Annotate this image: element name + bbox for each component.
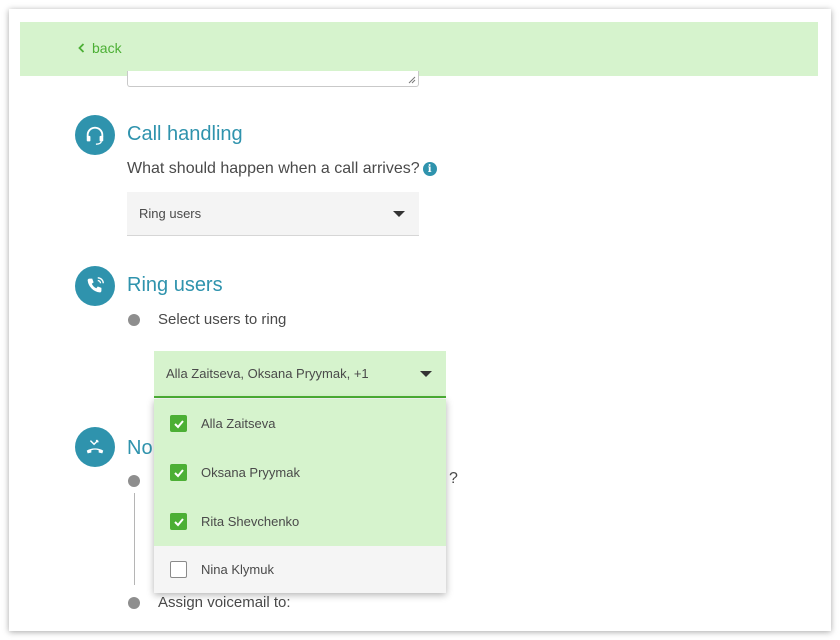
description-textarea[interactable] [127, 71, 419, 87]
checkmark-icon [173, 419, 184, 428]
user-option-label: Oksana Pryymak [201, 465, 300, 480]
users-dropdown-menu: Alla Zaitseva Oksana Pryymak Rita Shevch… [154, 399, 446, 593]
step-bullet [128, 314, 140, 326]
checkmark-icon [173, 517, 184, 526]
phone-ringing-icon [75, 266, 115, 306]
missed-call-icon [75, 427, 115, 467]
call-handling-question: What should happen when a call arrives? … [127, 160, 437, 178]
ring-users-title: Ring users [127, 274, 223, 296]
app-window: back Call handling What should happen wh… [9, 9, 831, 631]
step-bullet [128, 475, 140, 487]
caret-down-icon [393, 210, 405, 217]
back-link[interactable]: back [77, 40, 122, 56]
user-option[interactable]: Oksana Pryymak [154, 448, 446, 497]
checkbox-unchecked[interactable] [170, 561, 187, 578]
select-users-label: Select users to ring [158, 311, 287, 328]
checkbox-checked[interactable] [170, 464, 187, 481]
no-answer-title: No [127, 437, 153, 459]
chevron-left-icon [78, 43, 85, 53]
user-option[interactable]: Rita Shevchenko [154, 497, 446, 546]
call-handling-question-text: What should happen when a call arrives? [127, 160, 420, 177]
user-option[interactable]: Alla Zaitseva [154, 399, 446, 448]
user-option[interactable]: Nina Klymuk [154, 546, 446, 593]
assign-voicemail-label: Assign voicemail to: [158, 594, 291, 611]
ring-users-select-value: Alla Zaitseva, Oksana Pryymak, +1 [166, 366, 369, 381]
headset-icon [75, 115, 115, 155]
resize-grip-icon[interactable] [408, 76, 416, 84]
call-handling-select[interactable]: Ring users [127, 192, 419, 236]
checkmark-icon [173, 468, 184, 477]
no-answer-question-tail: ? [449, 470, 458, 487]
info-icon[interactable]: i [422, 162, 437, 176]
step-connector [134, 493, 135, 585]
user-option-label: Rita Shevchenko [201, 514, 300, 529]
user-option-label: Nina Klymuk [201, 562, 274, 577]
call-handling-select-value: Ring users [139, 206, 202, 221]
back-label: back [92, 40, 122, 56]
call-handling-title: Call handling [127, 123, 243, 145]
checkbox-checked[interactable] [170, 513, 187, 530]
checkbox-checked[interactable] [170, 415, 187, 432]
ring-users-select[interactable]: Alla Zaitseva, Oksana Pryymak, +1 [154, 351, 446, 398]
user-option-label: Alla Zaitseva [201, 416, 276, 431]
top-bar: back [20, 22, 818, 76]
caret-down-icon [420, 370, 432, 377]
step-bullet [128, 597, 140, 609]
